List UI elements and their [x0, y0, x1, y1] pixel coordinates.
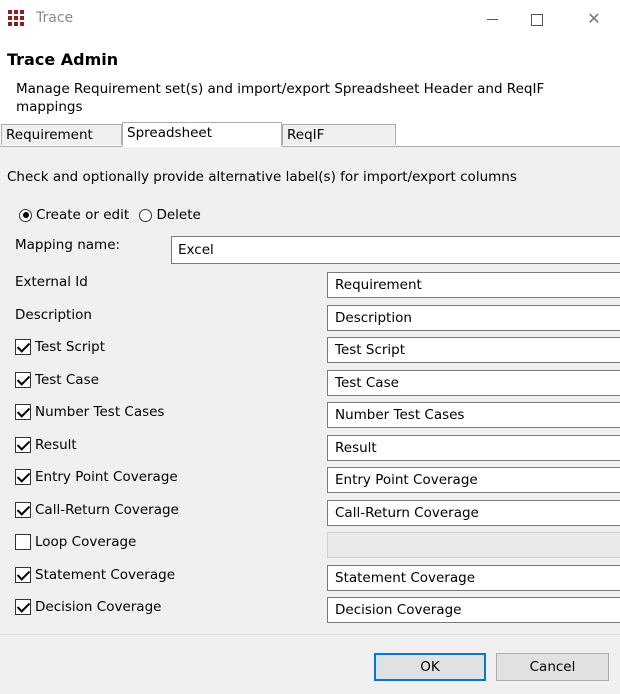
decision-coverage-label[interactable]: Decision Coverage	[35, 598, 161, 616]
mapping-row-statement-coverage: Statement Coverage Statement Coverage	[0, 565, 620, 596]
entry-point-coverage-checkbox[interactable]	[15, 469, 31, 485]
maximize-icon	[531, 13, 543, 26]
instruction-text: Check and optionally provide alternative…	[7, 169, 517, 185]
description-label: Description	[15, 307, 92, 323]
external-id-field[interactable]: Requirement	[327, 272, 620, 298]
decision-coverage-checkbox[interactable]	[15, 599, 31, 615]
number-test-cases-label[interactable]: Number Test Cases	[35, 403, 164, 421]
entry-point-coverage-field[interactable]: Entry Point Coverage	[327, 467, 620, 493]
test-case-checkbox[interactable]	[15, 372, 31, 388]
delete-radio[interactable]	[139, 208, 153, 222]
minimize-button[interactable]	[470, 4, 514, 34]
statement-coverage-field[interactable]: Statement Coverage	[327, 565, 620, 591]
dialog-title: Trace Admin	[7, 50, 119, 69]
result-label[interactable]: Result	[35, 436, 77, 454]
description-field[interactable]: Description	[327, 305, 620, 331]
window-title: Trace	[36, 10, 74, 26]
tab-strip: Requirement sets Spreadsheet mappings Re…	[0, 122, 620, 164]
loop-coverage-label[interactable]: Loop Coverage	[35, 533, 136, 551]
mapping-name-field[interactable]: Excel	[171, 236, 620, 264]
loop-coverage-checkbox[interactable]	[15, 534, 31, 550]
spreadsheet-mappings-panel: Check and optionally provide alternative…	[0, 147, 620, 634]
create-or-edit-radio[interactable]	[19, 208, 32, 222]
test-case-field[interactable]: Test Case	[327, 370, 620, 396]
maximize-button[interactable]	[515, 4, 559, 34]
test-script-label[interactable]: Test Script	[35, 338, 105, 356]
call-return-coverage-label[interactable]: Call-Return Coverage	[35, 501, 179, 519]
mode-radio-group: Create or edit Delete	[19, 207, 207, 225]
mapping-row-entry-point-coverage: Entry Point Coverage Entry Point Coverag…	[0, 467, 620, 498]
tab-requirement-sets[interactable]: Requirement sets	[1, 124, 122, 164]
decision-coverage-field[interactable]: Decision Coverage	[327, 597, 620, 623]
number-test-cases-checkbox[interactable]	[15, 404, 31, 420]
dialog-header: Trace Admin Manage Requirement set(s) an…	[0, 38, 620, 122]
dialog-description: Manage Requirement set(s) and import/exp…	[16, 81, 545, 115]
create-or-edit-label[interactable]: Create or edit	[36, 207, 129, 223]
mapping-row-call-return-coverage: Call-Return Coverage Call-Return Coverag…	[0, 500, 620, 531]
mapping-row-external-id: External Id Requirement	[0, 272, 620, 303]
trace-admin-dialog: Trace ✕ Trace Admin Manage Requirement s…	[0, 0, 620, 694]
result-field[interactable]: Result	[327, 435, 620, 461]
statement-coverage-checkbox[interactable]	[15, 567, 31, 583]
test-case-label[interactable]: Test Case	[35, 371, 99, 389]
minimize-icon	[486, 19, 498, 20]
close-icon: ✕	[587, 9, 601, 28]
mapping-row-test-case: Test Case Test Case	[0, 370, 620, 401]
mapping-row-loop-coverage: Loop Coverage	[0, 532, 620, 563]
number-test-cases-field[interactable]: Number Test Cases	[327, 402, 620, 428]
ok-button[interactable]: OK	[374, 653, 486, 681]
test-script-field[interactable]: Test Script	[327, 337, 620, 363]
loop-coverage-field	[327, 532, 620, 558]
mapping-row-description: Description Description	[0, 305, 620, 336]
mapping-row-test-script: Test Script Test Script	[0, 337, 620, 368]
statement-coverage-label[interactable]: Statement Coverage	[35, 566, 175, 584]
entry-point-coverage-label[interactable]: Entry Point Coverage	[35, 468, 178, 486]
title-bar[interactable]: Trace ✕	[0, 0, 620, 38]
external-id-label: External Id	[15, 274, 88, 290]
tab-reqif-mappings[interactable]: ReqIF mappings	[282, 124, 396, 164]
result-checkbox[interactable]	[15, 437, 31, 453]
call-return-coverage-checkbox[interactable]	[15, 502, 31, 518]
dialog-footer: OK Cancel	[0, 634, 620, 694]
test-script-checkbox[interactable]	[15, 339, 31, 355]
mapping-name-label: Mapping name:	[15, 237, 121, 253]
mapping-row-decision-coverage: Decision Coverage Decision Coverage	[0, 597, 620, 628]
mapping-row-result: Result Result	[0, 435, 620, 466]
close-button[interactable]: ✕	[572, 4, 616, 34]
delete-label[interactable]: Delete	[156, 207, 200, 223]
app-grid-icon	[8, 10, 26, 28]
call-return-coverage-field[interactable]: Call-Return Coverage	[327, 500, 620, 526]
cancel-button[interactable]: Cancel	[496, 653, 609, 681]
mapping-row-number-test-cases: Number Test Cases Number Test Cases	[0, 402, 620, 433]
tab-spreadsheet-mappings[interactable]: Spreadsheet mappings	[122, 122, 282, 162]
